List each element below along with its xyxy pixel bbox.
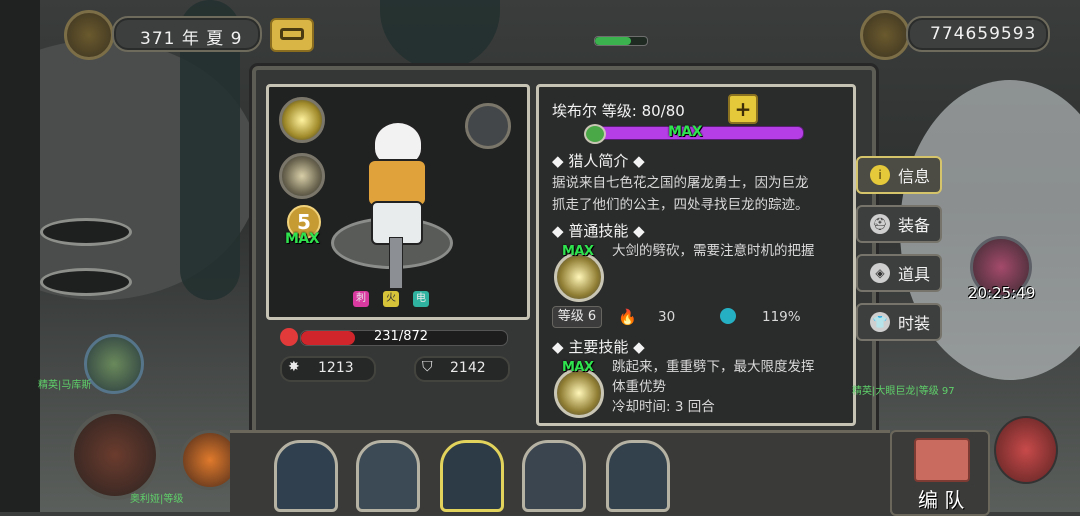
shield-icon: ⛉ xyxy=(422,359,433,375)
crit-icon xyxy=(720,308,736,324)
armor-slot[interactable] xyxy=(465,103,511,149)
tab-items[interactable]: ◈ 道具 xyxy=(856,254,942,292)
main-skill-max: MAX xyxy=(562,360,594,375)
menu-icon xyxy=(280,28,304,40)
map-label-left-bottom: 奥利娅|等级 xyxy=(130,494,184,505)
currency-bar: 774659593 xyxy=(906,16,1050,52)
normal-skill-title: ◆ 普通技能 ◆ xyxy=(552,222,645,240)
team-hero-5[interactable] xyxy=(606,440,670,512)
tab-costume[interactable]: 👕 时装 xyxy=(856,303,942,341)
intro-title: ◆ 猎人简介 ◆ xyxy=(552,152,645,170)
hero-name-level: 埃布尔 等级: 80/80 xyxy=(552,102,685,120)
date-bar: 371 年 夏 9 xyxy=(112,16,262,52)
exp-bar-orb xyxy=(584,124,606,144)
tab-equipment-label: 装备 xyxy=(898,216,931,235)
level-up-button[interactable]: + xyxy=(728,94,758,124)
house-map-icon[interactable] xyxy=(70,410,160,500)
main-skill-title: ◆ 主要技能 ◆ xyxy=(552,338,645,356)
element-badge: 刺 xyxy=(353,291,369,307)
date-text: 371 年 夏 9 xyxy=(140,29,243,49)
map-node-icon[interactable] xyxy=(84,334,144,394)
attack-value: 1213 xyxy=(318,360,354,376)
bear-armor xyxy=(367,159,427,207)
fire-icon: 🔥 xyxy=(618,308,637,326)
red-creature xyxy=(994,416,1058,484)
normal-skill-icon[interactable] xyxy=(554,252,604,302)
left-edge xyxy=(0,0,40,512)
main-skill-text-line2: 体重优势 xyxy=(612,379,666,395)
element-badge: 电 xyxy=(413,291,429,307)
normal-skill-max: MAX xyxy=(562,244,594,259)
exp-max-label: MAX xyxy=(668,124,703,140)
info-icon: i xyxy=(870,165,890,185)
stamina-bar xyxy=(594,36,648,46)
tab-equipment[interactable]: ⛑ 装备 xyxy=(856,205,942,243)
moon-icon[interactable] xyxy=(64,10,114,60)
helmet-icon: ⛑ xyxy=(870,214,890,234)
team-formation-button[interactable]: 编 队 xyxy=(890,430,990,516)
boss-timer: 20:25:49 xyxy=(968,284,1036,302)
map-label-right: 精英|大眼巨龙|等级 97 xyxy=(852,386,955,397)
scope-item-slot[interactable] xyxy=(279,153,325,199)
element-badges: 刺 火 电 xyxy=(353,291,429,307)
normal-skill-text: 大剑的劈砍，需要注意时机的把握 xyxy=(612,243,815,259)
heart-icon xyxy=(280,328,298,346)
bg-hole xyxy=(40,218,132,246)
team-formation-label: 编 队 xyxy=(918,488,965,512)
map-label-left: 精英|马库斯 xyxy=(38,380,92,391)
star-badge: 5 MAX xyxy=(277,205,327,247)
menu-button[interactable] xyxy=(270,18,314,52)
bg-hole xyxy=(40,268,132,296)
tab-info-label: 信息 xyxy=(898,167,931,186)
attack-stat: ✸ 1213 xyxy=(280,356,376,382)
tab-costume-label: 时装 xyxy=(898,314,931,333)
main-skill-icon[interactable] xyxy=(554,368,604,418)
team-hero-4[interactable] xyxy=(522,440,586,512)
greatsword xyxy=(389,237,403,289)
main-skill-cooldown: 冷却时间: 3 回合 xyxy=(612,399,715,415)
normal-skill-stat1: 30 xyxy=(658,309,676,325)
currency-text: 774659593 xyxy=(930,24,1037,44)
bg-vines xyxy=(380,0,500,70)
tab-items-label: 道具 xyxy=(898,265,931,284)
hp-text: 231/872 xyxy=(374,329,429,344)
attack-icon: ✸ xyxy=(288,359,300,375)
main-skill-text-line1: 跳起来，重重劈下，最大限度发挥 xyxy=(612,359,815,375)
shirt-icon: 👕 xyxy=(870,312,890,332)
team-hero-1[interactable] xyxy=(274,440,338,512)
team-hero-3-selected[interactable] xyxy=(440,440,504,512)
bag-icon: ◈ xyxy=(870,263,890,283)
weapon-slot[interactable] xyxy=(279,97,325,143)
hp-bar-fill xyxy=(301,331,355,345)
hero-portrait-frame: 5 MAX 刺 火 电 xyxy=(266,84,530,320)
defense-value: 2142 xyxy=(450,360,486,376)
defense-stat: ⛉ 2142 xyxy=(414,356,510,382)
element-badge: 火 xyxy=(383,291,399,307)
team-icon xyxy=(914,438,970,482)
coin-icon[interactable] xyxy=(860,10,910,60)
tab-info[interactable]: i 信息 xyxy=(856,156,942,194)
star-max-label: MAX xyxy=(285,231,320,247)
normal-skill-level: 等级 6 xyxy=(552,306,602,328)
intro-text-line1: 据说来自七色花之国的屠龙勇士，因为巨龙 xyxy=(552,175,809,191)
team-hero-2[interactable] xyxy=(356,440,420,512)
normal-skill-stat2: 119% xyxy=(762,309,801,325)
intro-text-line2: 抓走了他们的公主，四处寻找巨龙的踪迹。 xyxy=(552,197,809,213)
hp-row: 231/872 xyxy=(280,328,508,346)
